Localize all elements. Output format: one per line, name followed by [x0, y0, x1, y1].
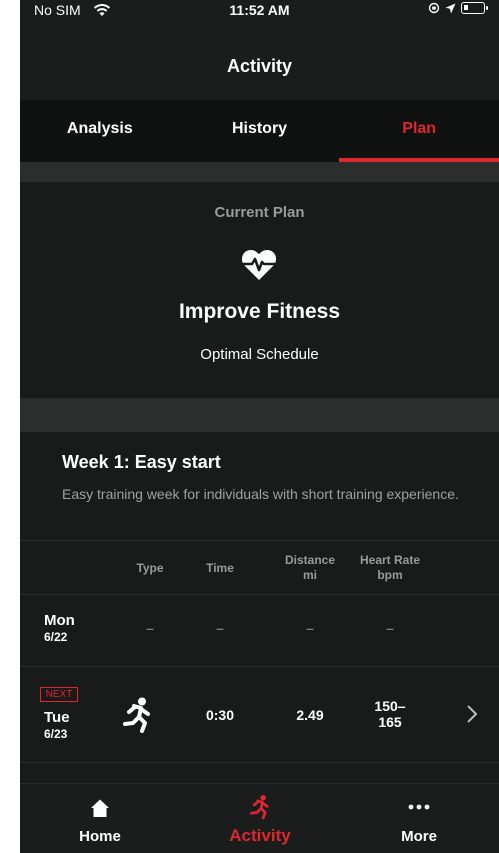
header-heart-rate-unit: bpm	[377, 568, 403, 582]
header-heart-rate-label: Heart Rate	[359, 553, 421, 567]
row-type: –	[146, 620, 154, 636]
running-icon	[123, 697, 150, 733]
page-title: Activity	[226, 56, 293, 76]
divider	[20, 540, 499, 541]
nav-home-label: Home	[79, 828, 121, 845]
current-plan-label: Current Plan	[214, 204, 305, 221]
day-name: Mon	[44, 612, 75, 629]
heart-rate-low: 150–	[374, 698, 406, 714]
orientation-lock-icon	[428, 2, 440, 14]
heart-rate-high: 165	[378, 714, 402, 730]
running-icon	[250, 794, 269, 820]
nav-more[interactable]: More	[339, 784, 499, 853]
week-title: Week 1: Easy start	[62, 452, 221, 472]
location-icon	[445, 3, 456, 13]
week-description: Easy training week for individuals with …	[62, 486, 459, 502]
row-time: –	[216, 620, 224, 636]
plan-schedule: Optimal Schedule	[200, 346, 319, 363]
bottom-tab-bar: Home Activity More	[20, 783, 499, 853]
heart-pulse-icon	[241, 250, 277, 280]
chevron-right-icon[interactable]	[466, 704, 478, 724]
header-heart-rate: Heart Rate bpm	[350, 553, 430, 593]
next-badge: NEXT	[40, 687, 78, 702]
row-day: Mon 6/22	[44, 613, 75, 645]
row-time: 0:30	[205, 707, 235, 723]
app-screen: No SIM 11:52 AM Activity Analysis Histor…	[20, 0, 499, 853]
divider	[20, 762, 499, 763]
row-distance: –	[306, 620, 314, 636]
more-dots-icon	[408, 804, 430, 810]
header-type: Type	[136, 561, 164, 575]
row-heart-rate: –	[386, 620, 394, 636]
divider	[20, 666, 499, 667]
tab-history[interactable]: History	[180, 100, 340, 162]
day-date: 6/23	[44, 727, 68, 741]
header-distance-unit: mi	[302, 568, 317, 582]
tab-analysis[interactable]: Analysis	[20, 100, 180, 162]
home-icon	[91, 799, 109, 817]
row-day: Tue 6/23	[44, 710, 70, 742]
row-distance: 2.49	[296, 707, 324, 723]
plan-name: Improve Fitness	[178, 300, 341, 323]
nav-home[interactable]: Home	[20, 784, 180, 853]
section-divider	[20, 162, 499, 182]
section-divider	[20, 398, 499, 432]
header-distance: Distance mi	[270, 553, 350, 593]
nav-activity[interactable]: Activity	[180, 784, 340, 853]
navigation-bar: Activity	[20, 20, 499, 100]
day-name: Tue	[44, 709, 70, 726]
nav-activity-label: Activity	[229, 826, 291, 845]
segment-tabs: Analysis History Plan	[20, 100, 499, 162]
nav-more-label: More	[401, 828, 437, 845]
row-heart-rate: 150– 165	[350, 698, 430, 730]
tab-plan[interactable]: Plan	[339, 100, 499, 162]
header-distance-label: Distance	[284, 553, 336, 567]
header-time: Time	[206, 561, 234, 575]
divider	[20, 594, 499, 595]
status-bar: No SIM 11:52 AM	[20, 0, 499, 20]
battery-icon	[461, 2, 488, 14]
day-date: 6/22	[44, 630, 68, 644]
